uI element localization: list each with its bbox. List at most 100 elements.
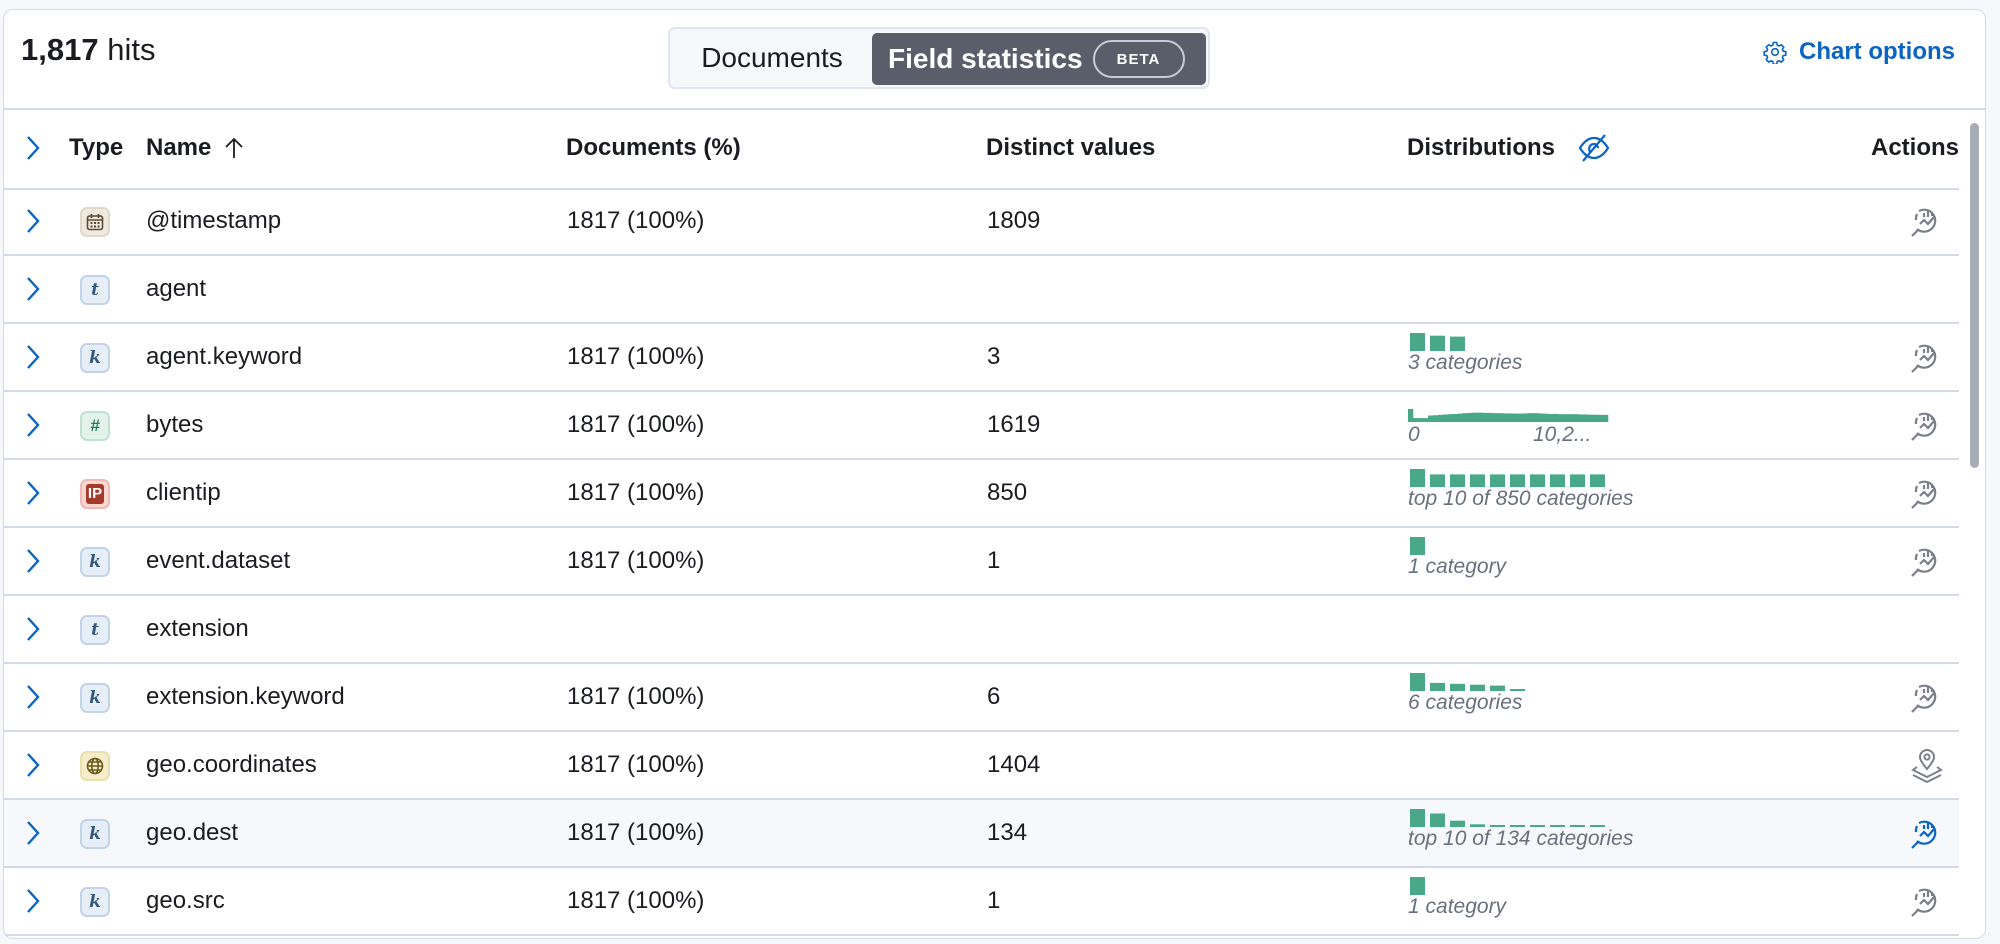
histogram-bar bbox=[1593, 414, 1599, 422]
field-name: extension.keyword bbox=[146, 683, 345, 710]
field-name: extension bbox=[146, 615, 249, 642]
expand-row-button[interactable] bbox=[18, 337, 48, 377]
histogram-bar bbox=[1548, 413, 1554, 422]
distribution-label: 6 categories bbox=[1408, 691, 1523, 714]
histogram-bar bbox=[1498, 413, 1504, 422]
calendar-icon bbox=[86, 214, 104, 231]
documents-count: 1817 (100%) bbox=[567, 547, 705, 574]
distribution-chart: 1 category bbox=[1408, 868, 1668, 934]
documents-count: 1817 (100%) bbox=[567, 751, 705, 778]
expand-row-button[interactable] bbox=[18, 473, 48, 513]
chart-options-button[interactable]: Chart options bbox=[1763, 38, 1955, 66]
distribution-bar bbox=[1430, 813, 1445, 827]
histogram-max-label: 10,2... bbox=[1533, 423, 1592, 446]
histogram-bar bbox=[1573, 414, 1579, 422]
field-statistics-label: Field statistics bbox=[888, 43, 1083, 74]
distributions-label: Distributions bbox=[1407, 134, 1555, 161]
data-visualizer-icon bbox=[1911, 820, 1937, 849]
explore-in-data-visualizer-button[interactable] bbox=[1909, 407, 1945, 443]
chevron-right-icon bbox=[27, 481, 40, 505]
field-name: @timestamp bbox=[146, 207, 282, 234]
field-type-date-icon bbox=[80, 207, 110, 237]
expand-row-button[interactable] bbox=[18, 201, 48, 241]
view-mode-toggle: Documents Field statistics BETA bbox=[668, 27, 1210, 89]
table-row[interactable]: @timestamp 1817 (100%) 1809 bbox=[4, 188, 1959, 256]
documents-count: 1817 (100%) bbox=[567, 819, 705, 846]
field-statistics-view-button[interactable]: Field statistics BETA bbox=[872, 33, 1206, 85]
column-header-distributions: Distributions bbox=[1407, 108, 1611, 188]
table-header: Type Name Documents (%) Distinct values … bbox=[4, 108, 1959, 190]
distribution-bar bbox=[1450, 474, 1465, 487]
field-name: agent bbox=[146, 275, 207, 302]
column-header-name[interactable]: Name bbox=[146, 108, 245, 188]
vertical-scrollbar[interactable] bbox=[1970, 123, 1979, 468]
field-type-text-icon: t bbox=[80, 615, 110, 645]
table-row[interactable]: # bytes 1817 (100%) 1619 0 10,2... bbox=[4, 392, 1959, 460]
field-name: geo.dest bbox=[146, 819, 239, 846]
column-header-distinct-values[interactable]: Distinct values bbox=[986, 108, 1155, 188]
table-row[interactable]: k agent.keyword 1817 (100%) 3 3 categories bbox=[4, 324, 1959, 392]
documents-count: 1817 (100%) bbox=[567, 207, 705, 234]
explore-in-data-visualizer-button[interactable] bbox=[1909, 339, 1945, 375]
distinct-values-count: 1809 bbox=[987, 207, 1041, 234]
hits-count: 1,817 hits bbox=[21, 32, 155, 68]
table-row[interactable]: geo.coordinates 1817 (100%) 1404 bbox=[4, 732, 1959, 800]
sort-ascending-icon bbox=[225, 137, 244, 158]
eye-closed-icon[interactable] bbox=[1577, 133, 1611, 163]
table-row[interactable]: k geo.src 1817 (100%) 1 1 category bbox=[4, 868, 1959, 936]
distribution-bar bbox=[1470, 474, 1485, 487]
chevron-right-icon bbox=[27, 345, 40, 369]
explore-in-data-visualizer-button[interactable] bbox=[1909, 543, 1945, 579]
histogram-bar bbox=[1483, 412, 1489, 422]
distribution-bar bbox=[1590, 474, 1605, 487]
histogram-bar bbox=[1578, 414, 1584, 422]
histogram-bar bbox=[1538, 413, 1544, 422]
histogram-bar bbox=[1438, 414, 1444, 422]
table-row[interactable]: k geo.dest 1817 (100%) 134 top 10 of 134 cat… bbox=[4, 800, 1959, 868]
distinct-values-count: 1 bbox=[987, 547, 1001, 574]
distinct-values-count: 850 bbox=[987, 479, 1028, 506]
chevron-right-icon bbox=[27, 617, 40, 641]
expand-row-button[interactable] bbox=[18, 541, 48, 581]
histogram-bar bbox=[1603, 414, 1609, 422]
expand-row-button[interactable] bbox=[18, 813, 48, 853]
distribution-bar bbox=[1430, 474, 1445, 487]
chevron-right-icon bbox=[27, 889, 40, 913]
expand-row-button[interactable] bbox=[18, 677, 48, 717]
expand-row-button[interactable] bbox=[18, 609, 48, 649]
explore-in-data-visualizer-button[interactable] bbox=[1909, 815, 1945, 851]
explore-in-maps-button[interactable] bbox=[1909, 747, 1945, 784]
table-row[interactable]: k event.dataset 1817 (100%) 1 1 category bbox=[4, 528, 1959, 596]
explore-in-data-visualizer-button[interactable] bbox=[1909, 475, 1945, 511]
field-type-keyword-icon: k bbox=[80, 819, 110, 849]
expand-row-button[interactable] bbox=[18, 405, 48, 445]
distribution-label: top 10 of 134 categories bbox=[1408, 827, 1634, 850]
distinct-values-count: 1 bbox=[987, 887, 1001, 914]
expand-all-button[interactable] bbox=[18, 128, 48, 168]
histogram-bar bbox=[1418, 418, 1424, 422]
column-header-documents[interactable]: Documents (%) bbox=[566, 108, 741, 188]
documents-count: 1817 (100%) bbox=[567, 683, 705, 710]
histogram-bar bbox=[1513, 413, 1519, 422]
table-row[interactable]: IP clientip 1817 (100%) 850 top 10 of 850 ca… bbox=[4, 460, 1959, 528]
explore-in-data-visualizer-button[interactable] bbox=[1909, 679, 1945, 715]
histogram-bar bbox=[1443, 414, 1449, 422]
table-row[interactable]: k extension.keyword 1817 (100%) 6 6 categori… bbox=[4, 664, 1959, 732]
expand-row-button[interactable] bbox=[18, 745, 48, 785]
table-row[interactable]: t agent bbox=[4, 256, 1959, 324]
explore-in-data-visualizer-button[interactable] bbox=[1909, 203, 1945, 239]
hits-number: 1,817 bbox=[21, 32, 99, 67]
documents-view-button[interactable]: Documents bbox=[672, 31, 872, 85]
column-header-type[interactable]: Type bbox=[69, 108, 123, 188]
expand-row-button[interactable] bbox=[18, 269, 48, 309]
column-name-label: Name bbox=[146, 134, 212, 161]
histogram-bar bbox=[1528, 413, 1534, 422]
distribution-label: 3 categories bbox=[1408, 351, 1523, 374]
histogram-bar bbox=[1433, 415, 1439, 422]
histogram-bar bbox=[1488, 412, 1494, 422]
table-row[interactable]: t extension bbox=[4, 596, 1959, 664]
distribution-chart: top 10 of 134 categories bbox=[1408, 800, 1668, 866]
histogram-bar bbox=[1568, 414, 1574, 422]
explore-in-data-visualizer-button[interactable] bbox=[1909, 883, 1945, 919]
expand-row-button[interactable] bbox=[18, 881, 48, 921]
